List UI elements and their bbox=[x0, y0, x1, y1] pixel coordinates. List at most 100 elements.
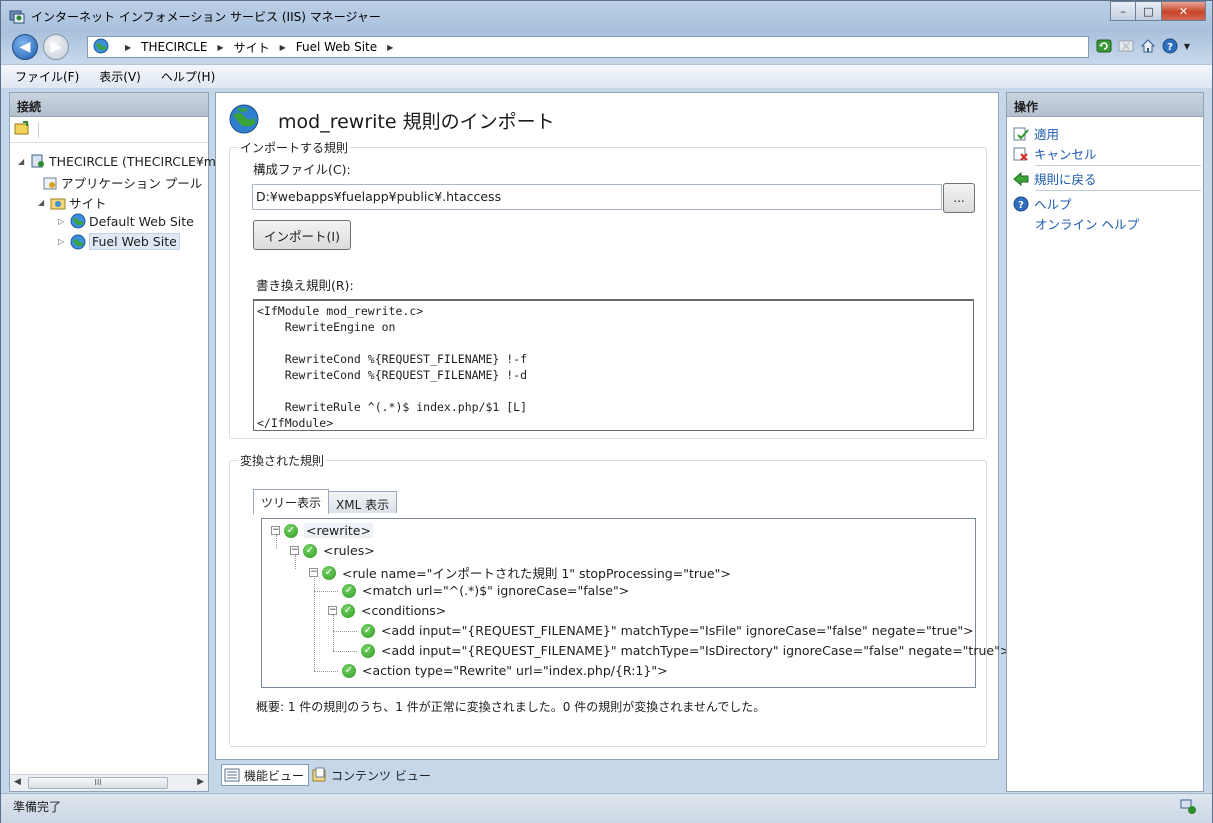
check-icon: ✓ bbox=[361, 623, 375, 638]
actions-divider bbox=[1035, 165, 1201, 166]
check-icon: ✓ bbox=[342, 663, 356, 678]
tree-node-server[interactable]: ◢ THECIRCLE (THECIRCLE¥m bbox=[18, 153, 216, 169]
collapse-icon[interactable]: ◢ bbox=[18, 157, 27, 166]
back-arrow-icon bbox=[1013, 171, 1029, 187]
tab-tree-view[interactable]: ツリー表示 bbox=[253, 489, 330, 514]
menu-view[interactable]: 表示(V) bbox=[99, 68, 141, 85]
tree-label-app-pools: アプリケーション プール bbox=[61, 176, 203, 191]
app-pool-icon bbox=[42, 175, 58, 191]
connections-pane: 接続 ◢ THECIRCLE (THECIRCLE¥m アプリケーション プール bbox=[9, 92, 216, 792]
tree-node-rule[interactable]: − ✓ <rule name="インポートされた規則 1" stopProces… bbox=[309, 563, 731, 582]
close-button[interactable]: ✕ bbox=[1162, 1, 1206, 21]
help-icon: ? bbox=[1013, 196, 1029, 212]
tree-node-sites[interactable]: ◢ サイト bbox=[38, 193, 107, 212]
globe-icon bbox=[228, 103, 260, 138]
menu-bar: ファイル(F) 表示(V) ヘルプ(H) bbox=[1, 64, 1212, 88]
maximize-button[interactable]: □ bbox=[1136, 1, 1162, 21]
converted-rules-tree[interactable]: − ✓ <rewrite> − ✓ <rules> − ✓ <rule name… bbox=[261, 518, 1010, 688]
tree-node-rewrite[interactable]: − ✓ <rewrite> bbox=[271, 523, 373, 538]
address-bar[interactable]: ▶ THECIRCLE ▶ サイト ▶ Fuel Web Site ▶ bbox=[87, 36, 1089, 58]
refresh-icon[interactable] bbox=[1095, 37, 1113, 55]
page-header: mod_rewrite 規則のインポート bbox=[228, 103, 555, 138]
import-button[interactable]: インポート(I) bbox=[253, 220, 351, 250]
apply-action[interactable]: 適用 bbox=[1013, 124, 1059, 143]
rule-label: <rules> bbox=[323, 543, 375, 558]
help-icon[interactable]: ? bbox=[1161, 37, 1179, 55]
config-file-input[interactable]: D:¥webapps¥fuelapp¥public¥.htaccess bbox=[252, 184, 942, 210]
tree-node-add-directory[interactable]: ✓ <add input="{REQUEST_FILENAME}" matchT… bbox=[361, 643, 1010, 658]
cancel-action[interactable]: キャンセル bbox=[1013, 144, 1097, 163]
scroll-left-icon[interactable]: ◀ bbox=[14, 777, 21, 787]
toolbar-separator bbox=[38, 121, 39, 138]
tree-node-match[interactable]: ✓ <match url="^(.*)$" ignoreCase="false"… bbox=[342, 583, 629, 598]
window-controls: – □ ✕ bbox=[1110, 1, 1206, 21]
title-bar: インターネット インフォメーション サービス (IIS) マネージャー – □ … bbox=[1, 1, 1212, 31]
check-icon: ✓ bbox=[322, 565, 336, 580]
globe-icon bbox=[93, 38, 109, 57]
tab-xml-view[interactable]: XML 表示 bbox=[328, 491, 398, 513]
new-connection-icon[interactable] bbox=[14, 120, 30, 139]
collapse-icon[interactable]: − bbox=[328, 606, 337, 615]
check-icon: ✓ bbox=[284, 523, 298, 538]
actions-header: 操作 bbox=[1007, 93, 1203, 117]
navigation-bar: ◀ ▶ ▶ THECIRCLE ▶ サイト ▶ Fuel Web Site ▶ bbox=[1, 31, 1212, 63]
scroll-right-icon[interactable]: ▶ bbox=[197, 777, 204, 787]
iis-app-icon bbox=[9, 8, 25, 24]
expand-icon[interactable]: ▷ bbox=[58, 237, 67, 246]
rewrite-rules-label: 書き換え規則(R): bbox=[256, 278, 354, 293]
content-view-tab[interactable]: コンテンツ ビュー bbox=[309, 764, 435, 786]
online-help-action[interactable]: オンライン ヘルプ bbox=[1035, 214, 1139, 233]
nav-toolbar: ? ▼ bbox=[1095, 37, 1191, 55]
back-to-rules-action[interactable]: 規則に戻る bbox=[1013, 169, 1097, 188]
breadcrumb-sites[interactable]: サイト bbox=[234, 39, 270, 56]
collapse-icon[interactable]: − bbox=[290, 546, 299, 555]
collapse-icon[interactable]: − bbox=[271, 526, 280, 535]
cancel-label: キャンセル bbox=[1034, 147, 1097, 162]
features-view-icon bbox=[224, 767, 240, 783]
check-icon: ✓ bbox=[303, 543, 317, 558]
help-action[interactable]: ? ヘルプ bbox=[1013, 194, 1072, 213]
collapse-icon[interactable]: − bbox=[309, 568, 318, 577]
tree-node-fuel-site[interactable]: ▷ Fuel Web Site bbox=[58, 233, 180, 250]
tree-node-default-site[interactable]: ▷ Default Web Site bbox=[58, 213, 194, 229]
horizontal-scrollbar[interactable]: ◀ III ▶ bbox=[10, 774, 208, 791]
breadcrumb-site[interactable]: Fuel Web Site bbox=[296, 40, 377, 54]
converted-rules-legend: 変換された規則 bbox=[238, 452, 327, 469]
content-view-icon bbox=[311, 767, 327, 783]
connections-toolbar bbox=[10, 117, 208, 143]
features-view-tab[interactable]: 機能ビュー bbox=[221, 764, 310, 786]
scroll-thumb[interactable]: III bbox=[28, 777, 168, 789]
server-icon bbox=[30, 153, 46, 169]
sites-folder-icon bbox=[50, 195, 66, 211]
globe-icon bbox=[70, 234, 86, 250]
tree-node-rules[interactable]: − ✓ <rules> bbox=[290, 543, 375, 558]
breadcrumb-server[interactable]: THECIRCLE bbox=[141, 40, 207, 54]
home-icon[interactable] bbox=[1139, 37, 1157, 55]
connections-header: 接続 bbox=[10, 93, 208, 117]
back-button[interactable]: ◀ bbox=[12, 34, 38, 60]
rule-label: <add input="{REQUEST_FILENAME}" matchTyp… bbox=[381, 623, 974, 638]
rewrite-rules-textarea[interactable]: <IfModule mod_rewrite.c> RewriteEngine o… bbox=[253, 299, 974, 431]
tree-node-conditions[interactable]: − ✓ <conditions> bbox=[328, 603, 446, 618]
tree-node-app-pools[interactable]: アプリケーション プール bbox=[42, 173, 202, 192]
actions-pane: 操作 適用 キャンセル 規則に戻る ? ヘルプ オンライン ヘルプ bbox=[1006, 92, 1204, 792]
iis-manager-window: インターネット インフォメーション サービス (IIS) マネージャー – □ … bbox=[0, 0, 1213, 823]
main-content-pane: mod_rewrite 規則のインポート インポートする規則 構成ファイル(C)… bbox=[215, 92, 1010, 760]
globe-icon bbox=[70, 213, 86, 229]
help-dropdown-icon[interactable]: ▼ bbox=[1183, 37, 1191, 55]
apply-label: 適用 bbox=[1034, 127, 1060, 142]
forward-button[interactable]: ▶ bbox=[43, 34, 69, 60]
breadcrumb: ▶ THECIRCLE ▶ サイト ▶ Fuel Web Site ▶ bbox=[125, 39, 394, 56]
tree-label-sites: サイト bbox=[69, 196, 107, 211]
menu-file[interactable]: ファイル(F) bbox=[15, 68, 79, 85]
stop-icon[interactable] bbox=[1117, 37, 1135, 55]
expand-icon[interactable]: ▷ bbox=[58, 217, 67, 226]
menu-help[interactable]: ヘルプ(H) bbox=[161, 68, 215, 85]
minimize-button[interactable]: – bbox=[1110, 1, 1136, 21]
tree-node-action[interactable]: ✓ <action type="Rewrite" url="index.php/… bbox=[342, 663, 668, 678]
window-title: インターネット インフォメーション サービス (IIS) マネージャー bbox=[31, 10, 381, 24]
browse-button[interactable]: ... bbox=[943, 183, 975, 213]
collapse-icon[interactable]: ◢ bbox=[38, 198, 47, 207]
actions-divider bbox=[1035, 190, 1201, 191]
tree-node-add-file[interactable]: ✓ <add input="{REQUEST_FILENAME}" matchT… bbox=[361, 623, 974, 638]
